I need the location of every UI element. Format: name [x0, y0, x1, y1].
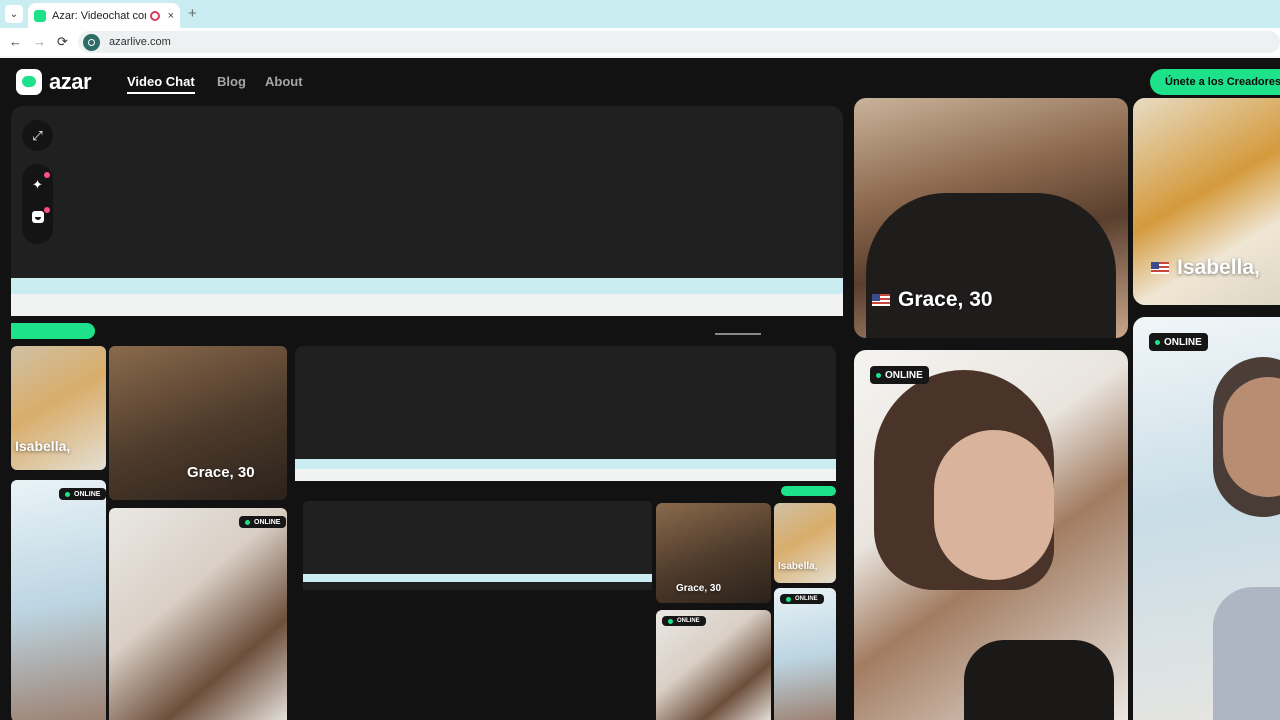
nested-tab-bar-2	[303, 574, 652, 582]
logo-text: azar	[49, 69, 92, 94]
online-badge: ONLINE	[870, 366, 929, 384]
tab-search-button[interactable]: ⌄	[5, 5, 23, 23]
notification-dot	[44, 172, 50, 178]
sparkle-icon[interactable]: ✦	[22, 177, 53, 193]
azar-site: azar Video Chat Blog About Únete a los C…	[0, 58, 1280, 720]
nav-blog[interactable]: Blog	[217, 74, 246, 89]
profile-photo-clothing	[1213, 587, 1280, 720]
online-badge: ONLINE	[1149, 333, 1208, 351]
nested-site-2	[303, 590, 652, 720]
mirrored-online-badge: ONLINE	[239, 516, 287, 528]
profile-card-isabella[interactable]: Isabella,	[1133, 98, 1280, 305]
mirrored-nav-underline	[715, 333, 761, 335]
profile-photo-face	[1223, 377, 1280, 497]
mirrored-grace-label: Grace, 30	[187, 464, 255, 481]
nested-address-bar	[295, 469, 836, 481]
mirrored-cta	[11, 323, 95, 339]
emoji-icon	[31, 211, 44, 223]
nav-video-chat[interactable]: Video Chat	[127, 74, 195, 94]
online-dot-icon	[876, 372, 881, 378]
join-creators-button[interactable]: Únete a los Creadores	[1150, 69, 1280, 95]
profile-name-label: Grace, 30	[872, 288, 993, 312]
new-tab-button[interactable]: +	[188, 5, 197, 22]
nested-isabella-label: Isabella,	[778, 561, 818, 572]
us-flag-icon	[1151, 262, 1169, 274]
nested-cta	[781, 486, 836, 496]
tab-close-button[interactable]: ×	[168, 10, 174, 22]
nested-card-online-1: ONLINE	[656, 610, 771, 720]
azar-logo-icon	[16, 69, 42, 95]
azar-logo[interactable]: azar	[16, 69, 92, 95]
reload-button[interactable]: ⟳	[57, 34, 68, 50]
expand-icon: ⤢	[32, 127, 43, 143]
profile-photo-face	[934, 430, 1054, 580]
mirrored-address-bar	[11, 294, 843, 316]
nested-grace-label: Grace, 30	[676, 583, 722, 594]
video-chat-panel: ⤢ ✦ Isabella, Grace, 30 ONLINE ONLINE Gr…	[11, 106, 843, 720]
browser-tab-bar: ⌄ Azar: Videochat con gente × +	[0, 0, 1280, 28]
back-button[interactable]: ←	[9, 34, 22, 49]
forward-button[interactable]: →	[33, 34, 46, 49]
mirrored-card-online-1: ONLINE	[109, 508, 287, 720]
mirrored-tab-bar	[11, 278, 843, 294]
nested-card-grace: Grace, 30	[656, 503, 771, 603]
profile-name-label: Isabella,	[1151, 256, 1260, 280]
site-info-icon[interactable]	[83, 33, 100, 51]
profile-card-online-2[interactable]: ONLINE	[1133, 317, 1280, 720]
nested-card-online-2: ONLINE	[774, 588, 836, 720]
mirrored-isabella-label: Isabella,	[15, 438, 71, 454]
mirrored-card-isabella: Isabella,	[11, 346, 106, 470]
mirrored-card-online-2: ONLINE	[11, 480, 106, 720]
nested-online-badge: ONLINE	[780, 594, 824, 604]
nested-card-isabella: Isabella,	[774, 503, 836, 583]
notification-dot	[44, 207, 50, 213]
online-dot-icon	[1155, 339, 1160, 345]
browser-tab[interactable]: Azar: Videochat con gente ×	[28, 3, 180, 28]
mirrored-card-grace: Grace, 30	[109, 346, 287, 500]
us-flag-icon	[872, 294, 890, 306]
mirrored-online-badge: ONLINE	[59, 488, 106, 500]
profile-photo-clothing	[964, 640, 1114, 720]
azar-favicon-icon	[34, 9, 46, 22]
profile-card-online-1[interactable]: ONLINE	[854, 350, 1128, 720]
address-bar[interactable]: azarlive.com	[78, 31, 1280, 53]
profile-photo	[866, 193, 1116, 338]
nested-online-badge: ONLINE	[662, 616, 706, 626]
nav-about[interactable]: About	[265, 74, 303, 89]
expand-button[interactable]: ⤢	[22, 120, 53, 151]
effects-controls: ✦	[22, 164, 53, 244]
browser-toolbar: ← → ⟳ azarlive.com	[0, 28, 1280, 56]
profile-card-grace[interactable]: Grace, 30	[854, 98, 1128, 338]
tab-title: Azar: Videochat con gente	[52, 9, 146, 22]
emoji-button[interactable]	[22, 211, 53, 226]
recording-indicator-icon	[149, 10, 160, 21]
nested-tab-bar	[295, 459, 836, 469]
url-text[interactable]: azarlive.com	[109, 36, 171, 48]
